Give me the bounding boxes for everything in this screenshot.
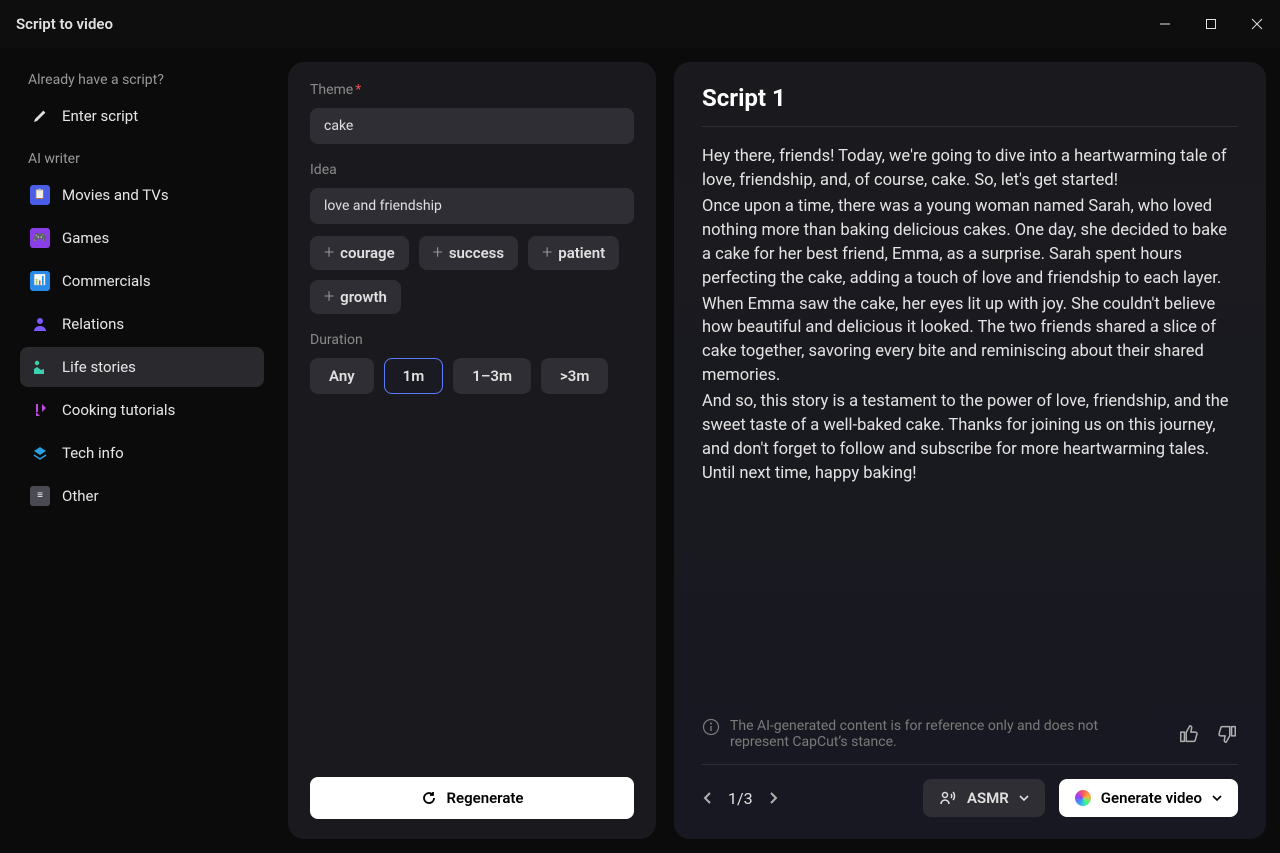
voice-icon — [939, 789, 957, 807]
idea-label: Idea — [310, 162, 634, 178]
sidebar-item-label: Movies and TVs — [62, 186, 169, 204]
script-paragraph: And so, this story is a testament to the… — [702, 390, 1238, 486]
chevron-down-icon — [1212, 794, 1222, 802]
pager: 1/3 — [702, 789, 779, 808]
titlebar: Script to video — [0, 0, 1280, 48]
sidebar-item-cooking[interactable]: Cooking tutorials — [20, 390, 264, 430]
enter-script-item[interactable]: Enter script — [20, 96, 264, 136]
commercials-icon: 📊 — [30, 271, 50, 291]
input-panel: Theme* Idea +courage +success +patient +… — [288, 62, 656, 839]
pager-text: 1/3 — [728, 789, 753, 808]
other-icon: ≡ — [30, 486, 50, 506]
sidebar-item-label: Life stories — [62, 358, 136, 376]
sidebar-item-commercials[interactable]: 📊 Commercials — [20, 261, 264, 301]
close-button[interactable] — [1234, 0, 1280, 48]
sidebar-item-label: Relations — [62, 315, 124, 333]
plus-icon: + — [542, 246, 552, 260]
script-paragraph: When Emma saw the cake, her eyes lit up … — [702, 293, 1238, 389]
chip-success[interactable]: +success — [419, 236, 518, 270]
sidebar-item-label: Other — [62, 487, 99, 505]
script-panel: Script 1 Hey there, friends! Today, we'r… — [674, 62, 1266, 839]
plus-icon: + — [433, 246, 443, 260]
minimize-button[interactable] — [1142, 0, 1188, 48]
sidebar-item-life-stories[interactable]: Life stories — [20, 347, 264, 387]
chip-courage[interactable]: +courage — [310, 236, 409, 270]
chevron-down-icon — [1019, 794, 1029, 802]
voice-select-button[interactable]: ASMR — [923, 779, 1045, 817]
duration-gt3m[interactable]: >3m — [541, 358, 608, 394]
duration-1m[interactable]: 1m — [384, 358, 444, 394]
life-stories-icon — [30, 357, 50, 377]
sidebar-item-games[interactable]: 🎮 Games — [20, 218, 264, 258]
cooking-icon — [30, 400, 50, 420]
idea-input[interactable] — [310, 188, 634, 224]
chip-patient[interactable]: +patient — [528, 236, 619, 270]
sidebar-item-label: Cooking tutorials — [62, 401, 175, 419]
duration-1-3m[interactable]: 1–3m — [453, 358, 531, 394]
sidebar-item-label: Games — [62, 229, 109, 247]
thumbs-up-button[interactable] — [1178, 723, 1200, 745]
duration-any[interactable]: Any — [310, 358, 374, 394]
plus-icon: + — [324, 290, 334, 304]
next-button[interactable] — [767, 791, 779, 805]
disclaimer-text: The AI-generated content is for referenc… — [730, 718, 1160, 750]
duration-label: Duration — [310, 332, 634, 348]
sidebar-item-other[interactable]: ≡ Other — [20, 476, 264, 516]
movies-icon: 📋 — [30, 185, 50, 205]
prev-button[interactable] — [702, 791, 714, 805]
chip-growth[interactable]: +growth — [310, 280, 401, 314]
thumbs-down-button[interactable] — [1216, 723, 1238, 745]
generate-video-button[interactable]: Generate video — [1059, 779, 1238, 817]
sidebar: Already have a script? Enter script AI w… — [14, 62, 270, 839]
sidebar-item-label: Commercials — [62, 272, 151, 290]
sidebar-item-tech[interactable]: Tech info — [20, 433, 264, 473]
sidebar-item-relations[interactable]: Relations — [20, 304, 264, 344]
script-title: Script 1 — [702, 84, 1238, 127]
already-have-script-label: Already have a script? — [20, 70, 264, 96]
plus-icon: + — [324, 246, 334, 260]
window-title: Script to video — [16, 15, 113, 33]
relations-icon — [30, 314, 50, 334]
script-paragraph: Hey there, friends! Today, we're going t… — [702, 145, 1238, 193]
sidebar-item-movies[interactable]: 📋 Movies and TVs — [20, 175, 264, 215]
script-paragraph: Once upon a time, there was a young woma… — [702, 195, 1238, 291]
info-icon — [702, 718, 720, 736]
sidebar-item-label: Enter script — [62, 107, 138, 125]
pencil-icon — [30, 106, 50, 126]
theme-label: Theme* — [310, 82, 634, 98]
tech-icon — [30, 443, 50, 463]
script-body: Hey there, friends! Today, we're going t… — [702, 127, 1238, 708]
rainbow-icon — [1075, 790, 1091, 806]
games-icon: 🎮 — [30, 228, 50, 248]
ai-writer-label: AI writer — [20, 149, 264, 175]
sidebar-item-label: Tech info — [62, 444, 124, 462]
regenerate-button[interactable]: Regenerate — [310, 777, 634, 819]
refresh-icon — [421, 790, 437, 806]
theme-input[interactable] — [310, 108, 634, 144]
maximize-button[interactable] — [1188, 0, 1234, 48]
